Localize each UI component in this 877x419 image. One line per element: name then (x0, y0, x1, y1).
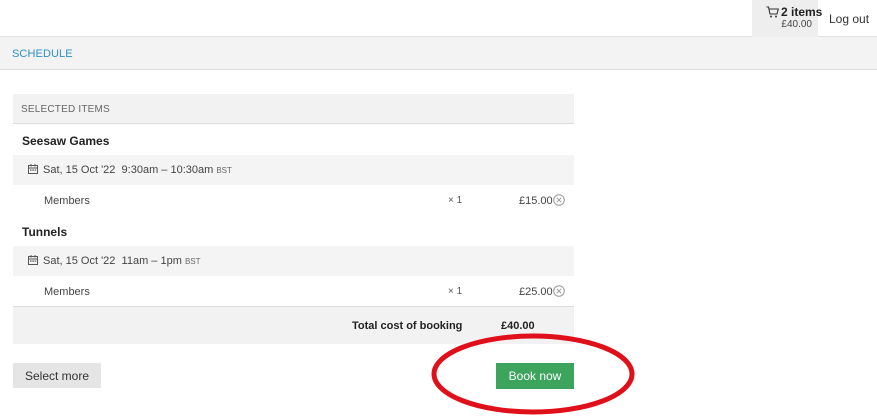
selected-items-panel: SELECTED ITEMS Seesaw Games Sat, 15 Oct … (13, 94, 574, 344)
event-timezone: BST (184, 257, 201, 266)
book-now-button[interactable]: Book now (496, 363, 574, 389)
calendar-icon (28, 164, 38, 174)
selected-items-heading: SELECTED ITEMS (13, 94, 574, 124)
top-bar: 2 items £40.00 Log out (0, 0, 877, 37)
select-more-button[interactable]: Select more (13, 363, 101, 388)
line-item-quantity: × 1 (448, 286, 463, 297)
calendar-icon (28, 255, 38, 265)
remove-item-icon[interactable] (553, 194, 565, 206)
line-item-price: £15.00 (519, 195, 553, 207)
event-title: Tunnels (22, 225, 68, 239)
event-time: 9:30am – 10:30am (121, 164, 214, 176)
total-label: Total cost of booking (352, 320, 463, 332)
line-item-price: £25.00 (519, 286, 553, 298)
event-datetime: Sat, 15 Oct '22 11am – 1pm BST (13, 246, 574, 276)
event-timezone: BST (216, 166, 232, 175)
nav-schedule-link[interactable]: SCHEDULE (12, 48, 73, 60)
event-date: Sat, 15 Oct '22 (43, 255, 116, 267)
cart-item-count: 2 items (781, 5, 823, 19)
remove-item-icon[interactable] (553, 285, 565, 297)
cart-icon (766, 6, 779, 18)
cart-summary[interactable]: 2 items £40.00 (752, 0, 822, 37)
line-item-quantity: × 1 (448, 195, 463, 206)
line-item-label: Members (44, 195, 90, 207)
event-date: Sat, 15 Oct '22 (43, 164, 116, 176)
nav-bar: SCHEDULE (0, 37, 877, 70)
line-item: Members × 1 £25.00 (13, 276, 574, 306)
event-time: 11am – 1pm (121, 255, 182, 267)
booking-total-row: Total cost of booking £40.00 (13, 306, 574, 344)
line-item: Members × 1 £15.00 (13, 185, 574, 215)
cart-total: £40.00 (781, 19, 812, 30)
event-datetime: Sat, 15 Oct '22 9:30am – 10:30am BST (13, 155, 574, 185)
logout-link[interactable]: Log out (829, 12, 869, 26)
line-item-label: Members (44, 286, 90, 298)
total-value: £40.00 (501, 320, 535, 332)
event-title: Seesaw Games (22, 134, 110, 148)
